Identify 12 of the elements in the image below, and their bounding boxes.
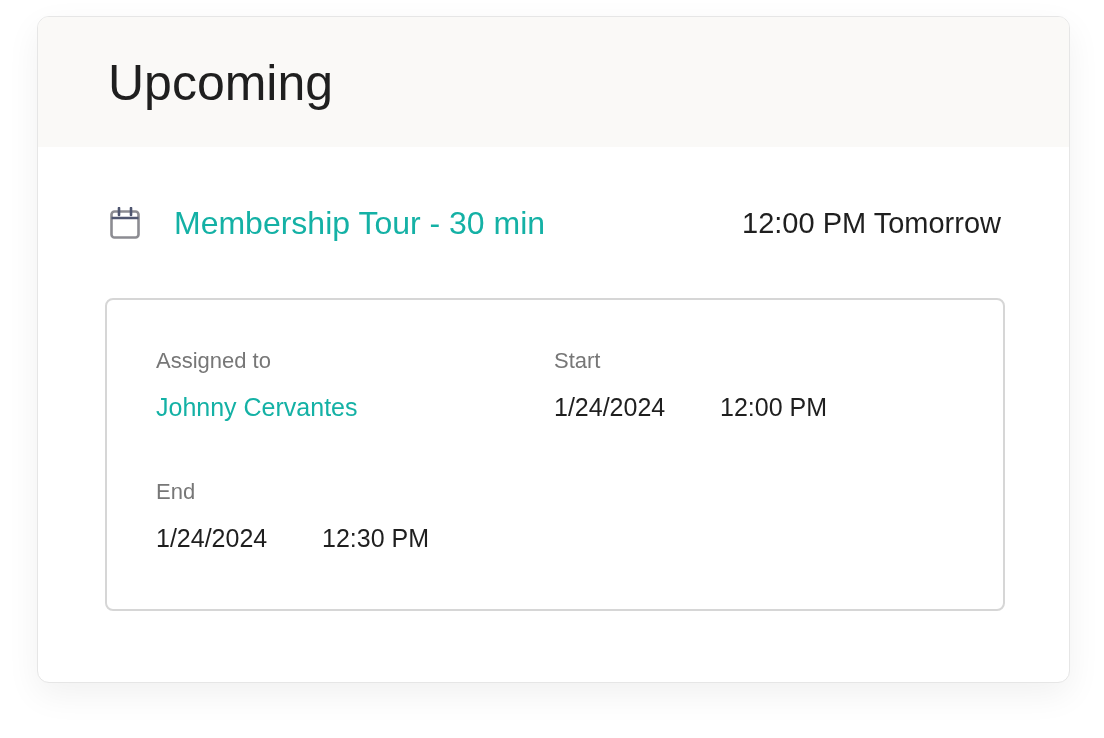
- field-label: Start: [554, 347, 601, 375]
- date-text: 1/24/2024: [554, 392, 666, 422]
- event-title-link[interactable]: Membership Tour - 30 min: [174, 203, 546, 243]
- field-label: Assigned to: [156, 347, 271, 375]
- date-text: 1/24/2024: [156, 523, 268, 553]
- panel-title: Upcoming: [108, 54, 334, 112]
- event-time: 12:00 PM Tomorrow: [742, 206, 1001, 241]
- calendar-icon: [110, 207, 140, 239]
- assignee-link[interactable]: Johnny Cervantes: [156, 392, 358, 422]
- time-text: 12:00 PM: [720, 392, 827, 422]
- field-label: End: [156, 478, 196, 506]
- time-text: 12:30 PM: [322, 523, 429, 553]
